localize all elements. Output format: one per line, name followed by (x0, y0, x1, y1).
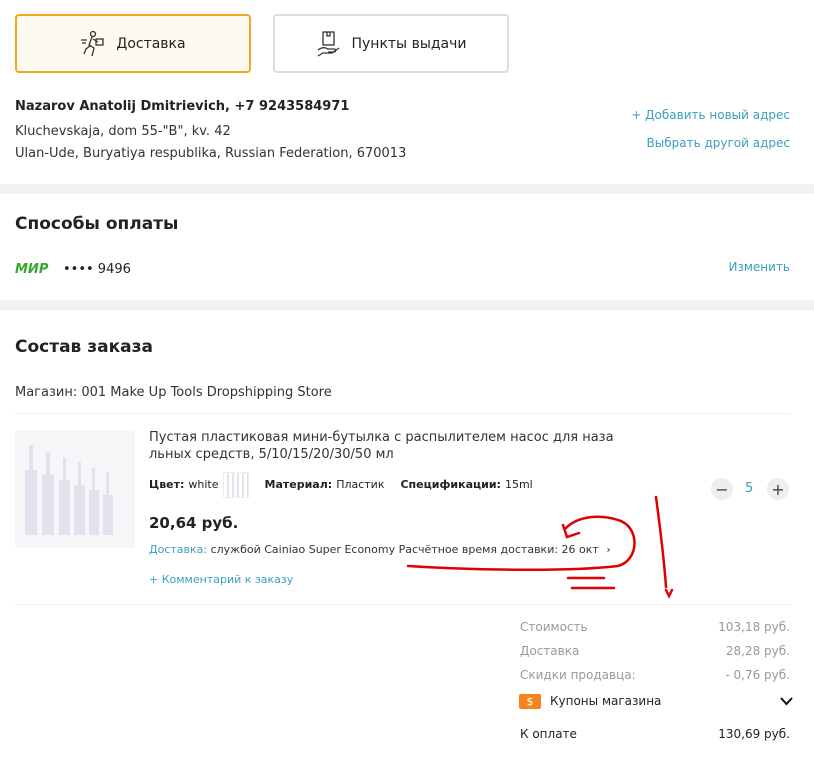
recipient-name-phone: Nazarov Anatolij Dmitrievich, +7 9243584… (15, 99, 350, 114)
product-image[interactable] (15, 430, 135, 548)
color-thumbnail (222, 471, 249, 498)
tab-label: Пункты выдачи (351, 35, 467, 52)
address-line1: Kluchevskaja, dom 55-"B", kv. 42 (15, 124, 231, 139)
courier-icon (81, 30, 105, 56)
order-title: Состав заказа (15, 337, 153, 357)
delivery-label: Доставка: (149, 543, 208, 556)
total-label: К оплате (520, 727, 577, 741)
chevron-right-icon: › (606, 543, 611, 556)
section-divider (0, 184, 814, 194)
divider (15, 413, 790, 414)
coupon-icon: $ (519, 694, 541, 709)
mir-logo: МИР (15, 262, 49, 277)
delivery-service: службой Cainiao Super Economy (210, 543, 396, 556)
section-divider (0, 300, 814, 310)
increase-quantity-button[interactable]: + (767, 478, 789, 500)
divider (15, 604, 790, 605)
quantity-value[interactable]: 5 (745, 481, 753, 496)
delivery-eta: Расчётное время доставки: 26 окт (398, 543, 599, 556)
total-value: 130,69 руб. (718, 727, 790, 741)
tab-pickup-points[interactable]: Пункты выдачи (273, 14, 509, 73)
choose-address-link[interactable]: Выбрать другой адрес (647, 136, 790, 150)
delivery-info[interactable]: Доставка: службой Cainiao Super Economy … (149, 543, 611, 556)
material-value: Пластик (336, 478, 385, 491)
discount-value: - 0,76 руб. (725, 668, 790, 682)
cost-label: Стоимость (520, 620, 588, 634)
decrease-quantity-button[interactable]: − (711, 478, 733, 500)
cost-value: 103,18 руб. (718, 620, 790, 634)
discount-label: Скидки продавца: (520, 668, 636, 682)
store-name: Магазин: 001 Make Up Tools Dropshipping … (15, 385, 332, 400)
shipping-label: Доставка (520, 644, 580, 658)
color-label: Цвет: (149, 478, 185, 491)
product-title-line1[interactable]: Пустая пластиковая мини-бутылка с распыл… (149, 430, 614, 445)
shipping-value: 28,28 руб. (725, 644, 790, 658)
address-line2: Ulan-Ude, Buryatiya respublika, Russian … (15, 146, 407, 161)
store-coupons-label[interactable]: Купоны магазина (550, 694, 661, 708)
product-specs: Цвет: white Материал: Пластик Спецификации… (149, 471, 533, 498)
card-number: •••• 9496 (63, 262, 131, 277)
product-title-line2[interactable]: льных средств, 5/10/15/20/30/50 мл (149, 447, 394, 462)
change-payment-link[interactable]: Изменить (729, 260, 791, 274)
tab-delivery[interactable]: Доставка (15, 14, 251, 73)
material-label: Материал: (264, 478, 333, 491)
chevron-down-icon[interactable] (780, 697, 793, 706)
spec-label: Спецификации: (400, 478, 501, 491)
product-price: 20,64 руб. (149, 514, 239, 532)
add-comment-link[interactable]: + Комментарий к заказу (149, 573, 293, 586)
tab-label: Доставка (116, 35, 186, 52)
add-address-link[interactable]: + Добавить новый адрес (631, 108, 790, 122)
color-value: white (188, 478, 219, 491)
pickup-box-icon (318, 30, 340, 57)
payment-title: Способы оплаты (15, 214, 179, 234)
spec-value: 15ml (504, 478, 533, 491)
